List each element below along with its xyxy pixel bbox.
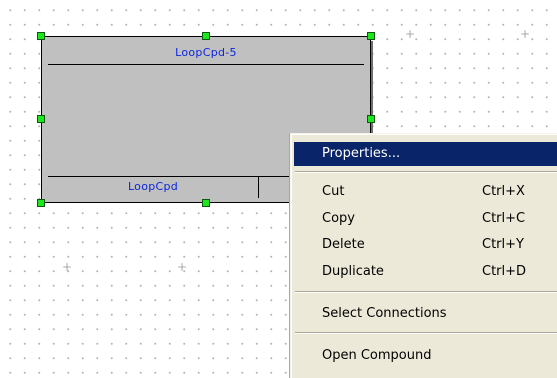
resize-handle-bottom[interactable]	[202, 199, 210, 207]
resize-handle-bottom-left[interactable]	[37, 199, 45, 207]
menu-item-open-compound[interactable]: Open Compound	[294, 344, 557, 368]
menu-item-shortcut: Ctrl+Y	[482, 237, 524, 252]
menu-item-label: Copy	[322, 211, 355, 226]
menu-item-shortcut: Ctrl+C	[482, 211, 526, 226]
menu-item-properties[interactable]: Properties...	[294, 142, 557, 166]
grid-marker-icon: +	[62, 260, 73, 274]
menu-item-label: Properties...	[322, 146, 401, 161]
menu-item-cut[interactable]: Cut Ctrl+X	[294, 180, 557, 204]
resize-handle-top-right[interactable]	[367, 32, 375, 40]
grid-marker-icon: +	[177, 260, 188, 274]
menu-item-shortcut: Ctrl+X	[482, 184, 525, 199]
diagram-canvas[interactable]: + + + + LoopCpd-5 LoopCpd Properties... …	[0, 0, 557, 378]
menu-item-delete[interactable]: Delete Ctrl+Y	[294, 233, 557, 257]
grid-marker-icon: +	[520, 27, 531, 41]
block-title: LoopCpd-5	[48, 44, 364, 65]
menu-item-label: Delete	[322, 237, 365, 252]
menu-item-label: Open Compound	[322, 348, 432, 363]
menu-item-shortcut: Ctrl+D	[482, 264, 527, 279]
grid-marker-icon: +	[405, 27, 416, 41]
context-menu: Properties... Cut Ctrl+X Copy Ctrl+C Del…	[290, 133, 557, 378]
resize-handle-right[interactable]	[367, 115, 375, 123]
block-footer-label: LoopCpd	[48, 177, 259, 198]
menu-item-select-connections[interactable]: Select Connections	[294, 302, 557, 326]
menu-separator	[295, 291, 557, 293]
resize-handle-top[interactable]	[202, 32, 210, 40]
menu-item-copy[interactable]: Copy Ctrl+C	[294, 207, 557, 231]
menu-item-duplicate[interactable]: Duplicate Ctrl+D	[294, 260, 557, 284]
resize-handle-left[interactable]	[37, 115, 45, 123]
resize-handle-top-left[interactable]	[37, 32, 45, 40]
menu-item-label: Select Connections	[322, 306, 447, 321]
menu-separator	[295, 332, 557, 334]
menu-item-label: Cut	[322, 184, 345, 199]
menu-item-label: Duplicate	[322, 264, 384, 279]
menu-separator	[295, 171, 557, 173]
